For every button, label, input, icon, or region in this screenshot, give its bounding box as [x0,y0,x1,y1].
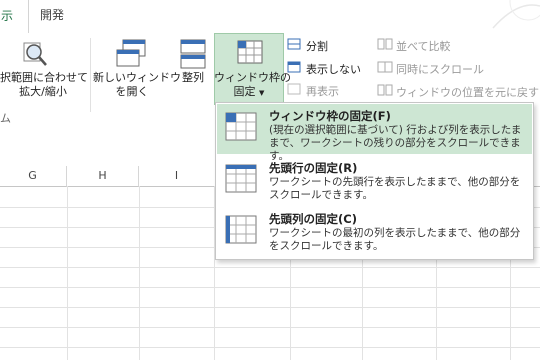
freeze-panes-icon [237,40,263,64]
freeze-panes-button[interactable]: ウィンドウ枠の 固定 ▼ [214,33,291,105]
column-header-i[interactable]: I [139,166,215,187]
zoom-to-selection-label-2: 拡大/縮小 [19,85,67,98]
new-window-label-2: を開く [115,85,149,98]
new-window-icon[interactable] [115,38,149,70]
view-side-by-side-button[interactable]: 並べて比較 [396,38,451,54]
row-line [0,307,540,308]
row-line [0,327,540,328]
menu-item-description: ワークシートの先頭行を表示したままで、他の部分をスクロールできます。 [269,176,521,201]
freeze-panes-label-1: ウィンドウ枠の [214,71,291,84]
unhide-icon [287,83,301,95]
column-line [139,186,140,360]
menu-item-title: ウィンドウ枠の固定(F) [269,109,391,123]
menu-item-title: 先頭行の固定(R) [269,161,358,175]
sync-scroll-icon [377,61,393,73]
reset-window-position-button[interactable]: ウィンドウの位置を元に戻す [396,84,539,100]
new-window-button[interactable]: 新しいウィンドウ を開く [93,71,181,99]
new-window-label-1: 新しいウィンドウ [93,71,181,84]
arrange-all-icon[interactable] [178,38,208,70]
row-line [0,287,540,288]
menu-item-freeze-top-row[interactable]: 先頭行の固定(R) ワークシートの先頭行を表示したままで、他の部分をスクロールで… [217,156,532,206]
column-line [67,186,68,360]
split-icon [287,38,301,50]
decorative-swoosh [492,0,540,29]
side-by-side-icon [377,38,393,50]
split-button[interactable]: 分割 [306,38,328,54]
menu-item-title: 先頭列の固定(C) [269,212,357,226]
menu-item-description: ワークシートの最初の列を表示したままで、他の部分をスクロールできます。 [269,227,521,252]
zoom-to-selection-button[interactable]: 択範囲に合わせて 拡大/縮小 [0,71,88,99]
menu-item-freeze-panes[interactable]: ウィンドウ枠の固定(F) (現在の選択範囲に基づいて) 行および列を表示したまま… [217,104,532,162]
arrange-all-button[interactable]: 整列 [176,71,210,85]
row-line [0,347,540,348]
tab-developer[interactable]: 開発 [40,6,64,23]
chevron-down-icon: ▼ [259,89,265,97]
freeze-panes-icon [225,112,257,141]
freeze-top-row-icon [225,164,257,193]
column-header-g[interactable]: G [0,166,67,187]
freeze-panes-label-2: 固定 [233,85,256,98]
zoom-to-selection-icon[interactable] [22,40,48,68]
menu-item-freeze-first-column[interactable]: 先頭列の固定(C) ワークシートの最初の列を表示したままで、他の部分をスクロール… [217,207,532,257]
tab-view[interactable]: 示 [0,0,29,34]
reset-window-position-icon [377,84,393,96]
ribbon-separator [90,38,91,112]
column-header-h[interactable]: H [67,166,139,187]
tab-view-label: 示 [1,9,14,23]
freeze-panes-dropdown: ウィンドウ枠の固定(F) (現在の選択範囲に基づいて) 行および列を表示したまま… [215,102,534,260]
hide-icon [287,61,301,73]
unhide-button[interactable]: 再表示 [306,83,339,99]
hide-button[interactable]: 表示しない [306,61,361,77]
sync-scroll-button[interactable]: 同時にスクロール [396,61,484,77]
row-line [0,267,540,268]
freeze-first-column-icon [225,215,257,244]
group-label-fragment: ム [0,112,11,125]
zoom-to-selection-label-1: 択範囲に合わせて [0,71,88,84]
ribbon-tab-bar: 示 開発 [0,0,540,34]
